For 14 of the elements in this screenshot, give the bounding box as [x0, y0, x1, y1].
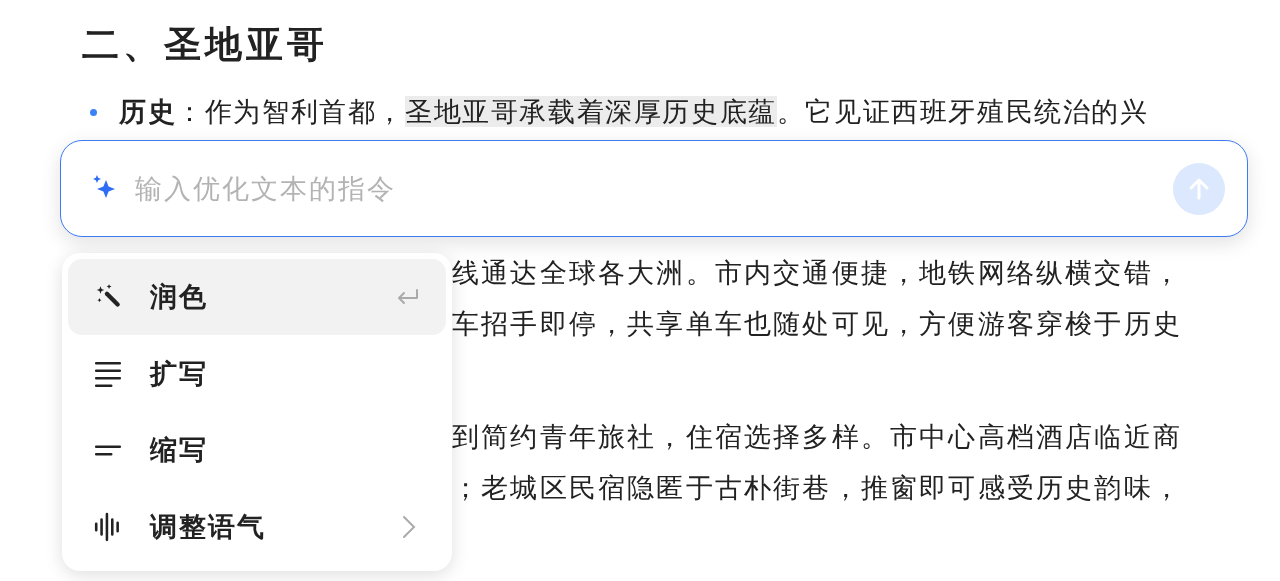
prompt-input[interactable]: 输入优化文本的指令 [133, 167, 1173, 210]
paragraph-line: 线通达全球各大洲。市内交通便捷，地铁网络纵横交错， [452, 256, 1182, 290]
menu-item[interactable]: 润色 [68, 259, 446, 335]
section-heading: 二、圣地亚哥 [82, 22, 329, 68]
send-button[interactable] [1173, 162, 1225, 215]
paragraph-line: 到简约青年旅社，住宿选择多样。市中心高档酒店临近商 [452, 420, 1182, 454]
prompt-field[interactable]: 输入优化文本的指令 [60, 140, 1248, 237]
paragraph-line: 车招手即停，共享单车也随处可见，方便游客穿梭于历史 [452, 307, 1182, 341]
paragraph-line: ；老城区民宿隐匿于古朴街巷，推窗即可感受历史韵味， [452, 471, 1182, 505]
menu-item[interactable]: 缩写 [68, 412, 446, 489]
bullet-text: 历史：作为智利首都，圣地亚哥承载着深厚历史底蕴。它见证西班牙殖民统治的兴 [119, 95, 1149, 129]
menu-item[interactable]: 调整语气 [68, 489, 446, 565]
menu-item[interactable]: 扩写 [68, 335, 446, 412]
bullet-dot [90, 108, 97, 116]
